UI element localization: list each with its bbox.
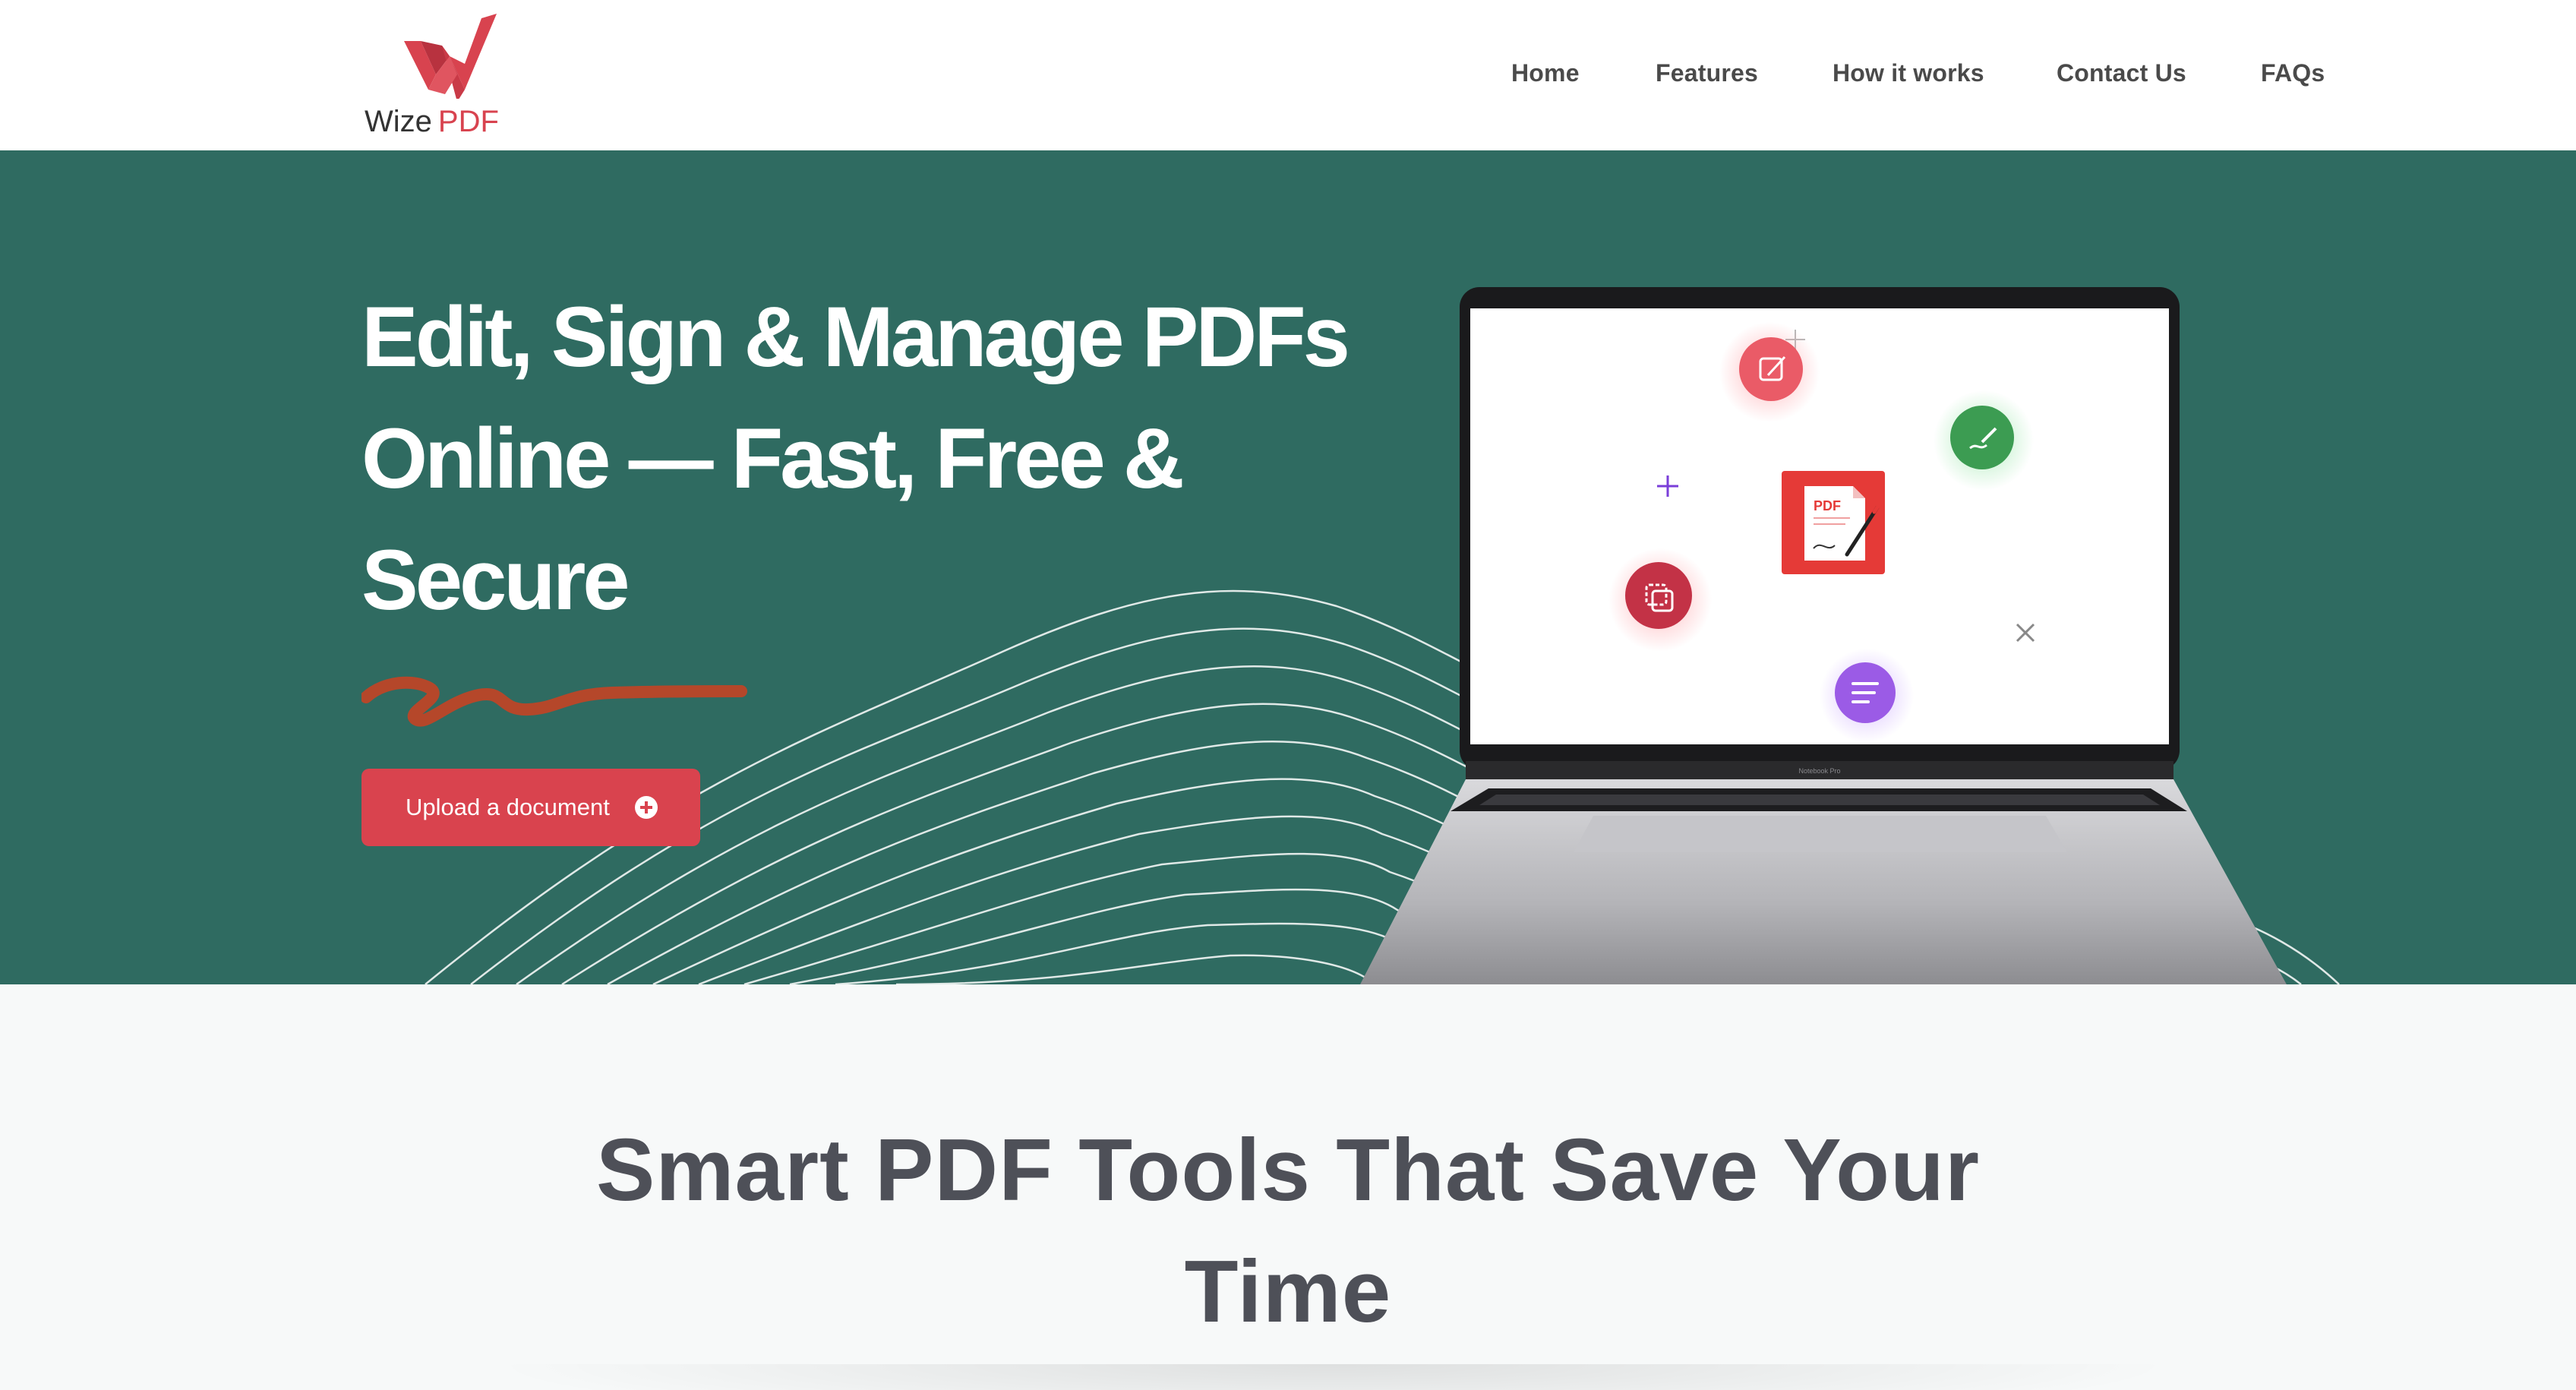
tools-title-line-1: Smart PDF Tools That Save Your [596,1120,1980,1219]
hero-headline-line-2: Online — Fast, Free & [361,411,1185,506]
hero-section: Edit, Sign & Manage PDFs Online — Fast, … [0,150,2576,984]
tools-title-line-2: Time [1184,1242,1392,1341]
nav-contact-us[interactable]: Contact Us [2057,56,2186,90]
hero-headline-line-1: Edit, Sign & Manage PDFs [361,289,1350,384]
laptop-illustration: PDF Notebook Pro [1360,287,2287,984]
brand-name-pdf: PDF [437,105,499,138]
nav-home[interactable]: Home [1511,56,1580,90]
hero-headline-line-3: Secure [361,532,630,627]
plus-circle-icon [635,796,658,819]
brush-underline-decoration [361,676,747,727]
upload-document-button[interactable]: Upload a document [361,769,700,846]
nav-faqs[interactable]: FAQs [2261,56,2325,90]
upload-document-label: Upload a document [406,794,610,820]
tools-section-title: Smart PDF Tools That Save Your Time [0,1109,2576,1352]
hero-headline: Edit, Sign & Manage PDFs Online — Fast, … [361,276,1350,641]
wizepdf-logo-icon [404,14,497,99]
tools-card-top [486,1364,2180,1390]
laptop-model-label: Notebook Pro [1798,767,1840,775]
nav-features[interactable]: Features [1656,56,1758,90]
brand-wordmark: Wize PDF [365,105,499,138]
nav-how-it-works[interactable]: How it works [1833,56,1984,90]
brand-name-wize: Wize [365,105,432,138]
pdf-badge-label: PDF [1814,498,1841,513]
site-header: Wize PDF Home Features How it works Conta… [0,0,2576,150]
brand-logo[interactable]: Wize PDF [363,11,515,140]
